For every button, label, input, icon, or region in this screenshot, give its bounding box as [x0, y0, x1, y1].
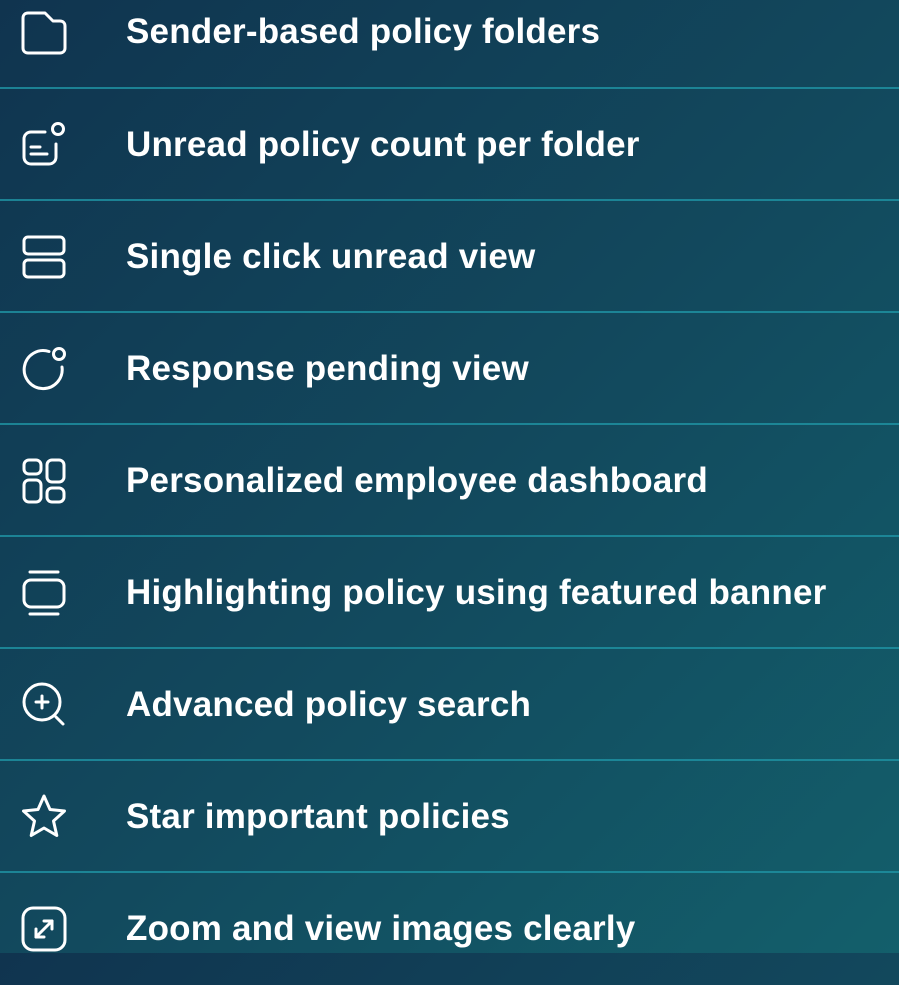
feature-label: Sender-based policy folders	[126, 12, 601, 51]
feature-label: Unread policy count per folder	[126, 125, 640, 164]
search-plus-icon	[16, 677, 72, 733]
feature-label: Advanced policy search	[126, 685, 532, 724]
feature-item-dashboard: Personalized employee dashboard	[0, 425, 899, 537]
feature-item-star-policies: Star important policies	[0, 761, 899, 873]
feature-item-zoom-images: Zoom and view images clearly	[0, 873, 899, 985]
feature-list: Sender-based policy folders Unread polic…	[0, 0, 899, 953]
feature-label: Zoom and view images clearly	[126, 909, 636, 948]
feature-label: Personalized employee dashboard	[126, 461, 708, 500]
feature-item-featured-banner: Highlighting policy using featured banne…	[0, 537, 899, 649]
feature-label: Star important policies	[126, 797, 510, 836]
banner-icon	[16, 565, 72, 621]
zoom-expand-icon	[16, 901, 72, 957]
feature-label: Response pending view	[126, 349, 529, 388]
feature-item-advanced-search: Advanced policy search	[0, 649, 899, 761]
feature-label: Highlighting policy using featured banne…	[126, 573, 827, 612]
star-icon	[16, 789, 72, 845]
feature-label: Single click unread view	[126, 237, 536, 276]
unread-count-icon	[16, 117, 72, 173]
dashboard-icon	[16, 453, 72, 509]
stacked-view-icon	[16, 229, 72, 285]
pending-circle-icon	[16, 341, 72, 397]
folder-icon	[16, 4, 72, 60]
feature-item-single-click-unread: Single click unread view	[0, 201, 899, 313]
feature-item-sender-based-folders: Sender-based policy folders	[0, 0, 899, 88]
feature-item-unread-count: Unread policy count per folder	[0, 89, 899, 201]
feature-item-response-pending: Response pending view	[0, 313, 899, 425]
